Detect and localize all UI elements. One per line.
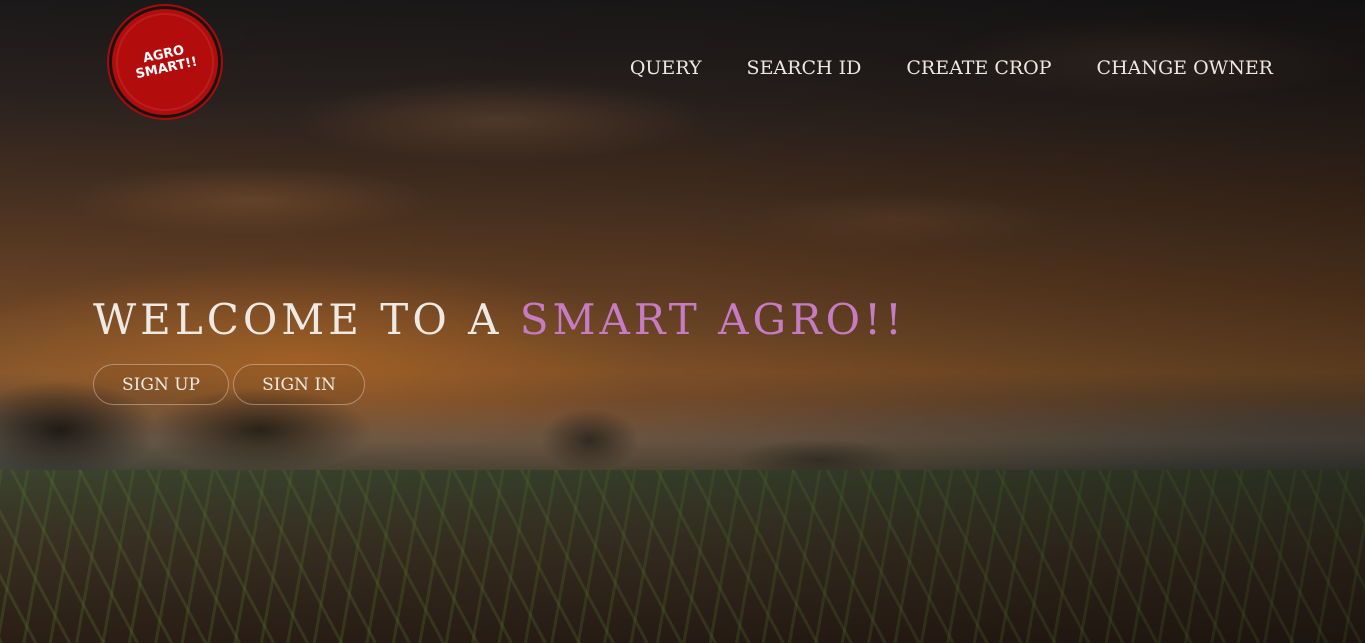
nav-create-crop[interactable]: CREATE CROP [906, 57, 1051, 79]
nav-query[interactable]: QUERY [630, 57, 702, 79]
headline-accent: SMART AGRO!! [519, 295, 906, 344]
agro-smart-logo[interactable]: AGRO SMART!! [112, 9, 218, 115]
main-nav: QUERY SEARCH ID CREATE CROP CHANGE OWNER [630, 55, 1273, 81]
auth-buttons: SIGN UP SIGN IN [93, 364, 365, 405]
nav-change-owner[interactable]: CHANGE OWNER [1097, 57, 1273, 79]
headline-prefix: WELCOME TO A [93, 295, 520, 344]
sign-up-button[interactable]: SIGN UP [93, 364, 229, 405]
sign-in-button[interactable]: SIGN IN [233, 364, 365, 405]
welcome-headline: WELCOME TO A SMART AGRO!! [93, 295, 906, 345]
nav-search-id[interactable]: SEARCH ID [747, 57, 862, 79]
